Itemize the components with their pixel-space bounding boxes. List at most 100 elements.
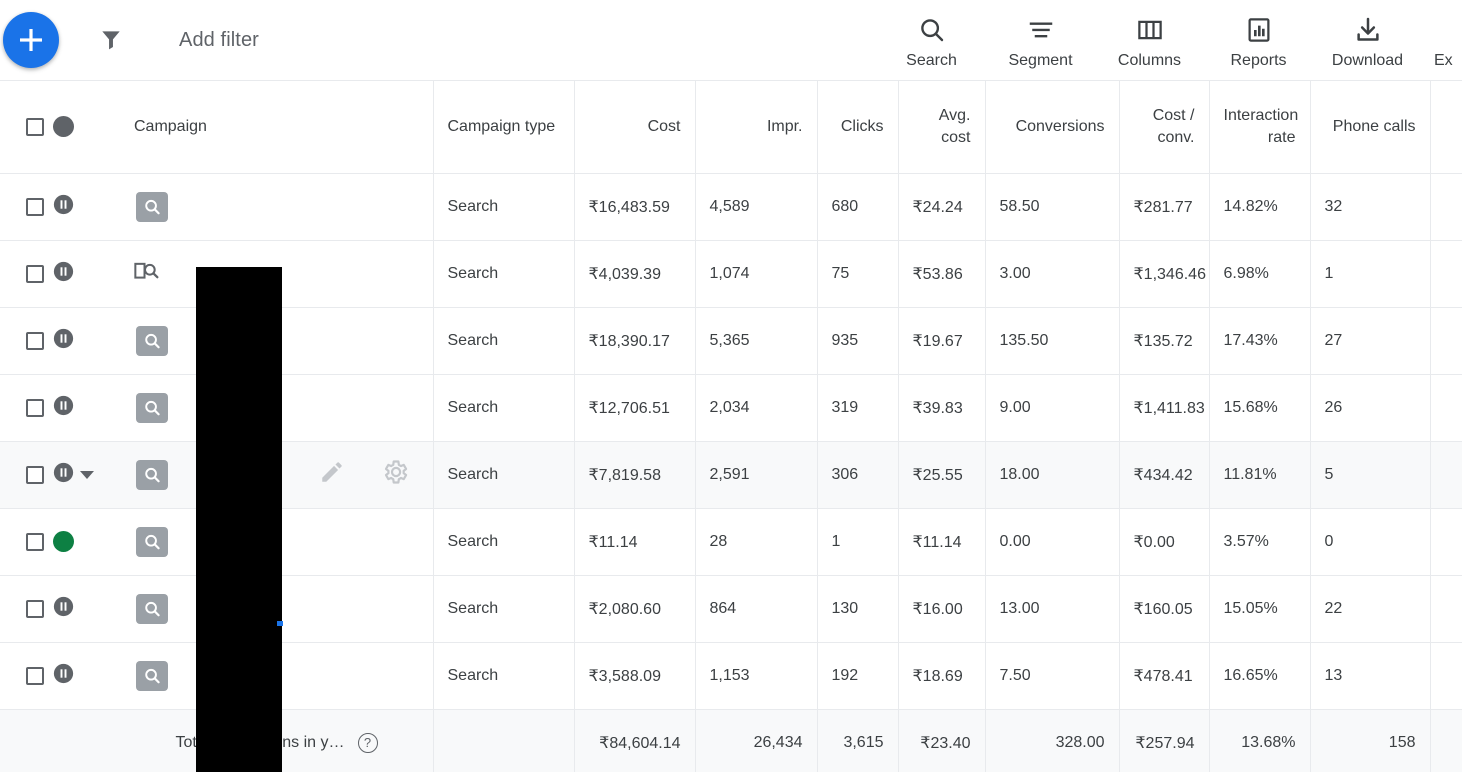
- row-campaign-type: Search: [433, 575, 575, 643]
- row-campaign-type-chip-slot: [114, 191, 188, 222]
- segment-lines-icon: [1026, 12, 1056, 48]
- header-clicks[interactable]: Clicks: [817, 81, 899, 174]
- row-conversions: 0.00: [985, 508, 1120, 576]
- row-cost-conv: ₹1,411.83: [1119, 374, 1210, 442]
- row-controls-cell: [0, 173, 434, 241]
- status-enabled-icon[interactable]: [53, 531, 74, 552]
- header-avg-cost[interactable]: Avg. cost: [898, 81, 986, 174]
- toolbar-columns-button[interactable]: Columns: [1095, 8, 1204, 70]
- totals-cost-conv: ₹257.94: [1119, 709, 1210, 772]
- row-interaction-rate: 15.05%: [1209, 575, 1311, 643]
- row-clicks: 935: [817, 307, 899, 375]
- header-conversions[interactable]: Conversions: [985, 81, 1120, 174]
- header-campaign-type[interactable]: Campaign type: [433, 81, 575, 174]
- row-select-checkbox[interactable]: [26, 197, 44, 216]
- row-impr: 1,074: [695, 240, 818, 308]
- row-conversions: 9.00: [985, 374, 1120, 442]
- row-campaign-type-chip-slot: [114, 459, 188, 490]
- toolbar-expand-label: Ex: [1434, 51, 1453, 69]
- toolbar-download-button[interactable]: Download: [1313, 8, 1422, 70]
- row-conversions: 13.00: [985, 575, 1120, 643]
- add-filter-button[interactable]: Add filter: [179, 29, 259, 52]
- edit-pencil-icon[interactable]: [319, 459, 345, 490]
- row-select-checkbox[interactable]: [26, 465, 44, 484]
- reports-bar-chart-icon: [1244, 12, 1274, 48]
- header-impr[interactable]: Impr.: [695, 81, 818, 174]
- search-campaign-icon[interactable]: [136, 526, 168, 557]
- row-phone-calls: 32: [1310, 173, 1431, 241]
- row-campaign-type-chip-slot: [114, 660, 188, 691]
- status-paused-icon[interactable]: [53, 194, 74, 220]
- row-cost-conv: ₹0.00: [1119, 508, 1210, 576]
- row-extra: [1430, 575, 1462, 643]
- table-row[interactable]: Search ₹16,483.59 4,589 680 ₹24.24 58.50 ₹281.…: [0, 173, 1462, 241]
- totals-campaign-type: [433, 709, 575, 772]
- row-conversions: 135.50: [985, 307, 1120, 375]
- status-paused-icon[interactable]: [53, 663, 74, 689]
- search-campaign-icon[interactable]: [136, 191, 168, 222]
- search-campaign-icon[interactable]: [136, 459, 168, 490]
- search-campaign-icon[interactable]: [136, 325, 168, 356]
- row-select-checkbox[interactable]: [26, 398, 44, 417]
- row-conversions: 18.00: [985, 441, 1120, 509]
- row-avg-cost: ₹39.83: [898, 374, 986, 442]
- row-clicks: 319: [817, 374, 899, 442]
- header-interaction-rate[interactable]: Interaction rate: [1209, 81, 1311, 174]
- header-cost-conv[interactable]: Cost / conv.: [1119, 81, 1210, 174]
- top-toolbar: Add filter Search Segment Columns Report…: [0, 0, 1462, 81]
- row-cost: ₹2,080.60: [574, 575, 696, 643]
- filter-funnel-icon[interactable]: [83, 12, 139, 68]
- row-campaign-type-chip-slot: [114, 526, 188, 557]
- row-status-slot: [44, 328, 114, 354]
- row-phone-calls: 1: [1310, 240, 1431, 308]
- campaigns-table-container: Campaign Campaign type Cost Impr. Clicks…: [0, 81, 1462, 772]
- toolbar-search-label: Search: [906, 51, 957, 69]
- row-extra: [1430, 508, 1462, 576]
- row-status-slot: [44, 531, 114, 552]
- toolbar-reports-button[interactable]: Reports: [1204, 8, 1313, 70]
- row-hover-actions: [319, 442, 409, 508]
- help-icon[interactable]: ?: [357, 732, 378, 753]
- toolbar-columns-label: Columns: [1117, 51, 1182, 69]
- status-paused-icon[interactable]: [53, 596, 74, 622]
- row-select-checkbox[interactable]: [26, 331, 44, 350]
- search-display-campaign-icon[interactable]: [134, 260, 162, 287]
- row-campaign-type: Search: [433, 508, 575, 576]
- status-dropdown-caret-icon[interactable]: [80, 470, 94, 479]
- row-avg-cost: ₹25.55: [898, 441, 986, 509]
- status-paused-icon[interactable]: [53, 328, 74, 354]
- row-clicks: 192: [817, 642, 899, 710]
- row-select-checkbox[interactable]: [26, 264, 44, 283]
- new-campaign-button[interactable]: [3, 12, 59, 68]
- gear-icon[interactable]: [381, 458, 409, 491]
- search-campaign-icon[interactable]: [136, 593, 168, 624]
- row-interaction-rate: 11.81%: [1209, 441, 1311, 509]
- row-avg-cost: ₹16.00: [898, 575, 986, 643]
- row-clicks: 306: [817, 441, 899, 509]
- toolbar-segment-button[interactable]: Segment: [986, 8, 1095, 70]
- row-campaign-type-chip-slot: [114, 392, 188, 423]
- header-cost[interactable]: Cost: [574, 81, 696, 174]
- row-select-checkbox[interactable]: [26, 532, 44, 551]
- status-paused-icon[interactable]: [53, 395, 74, 421]
- search-campaign-icon[interactable]: [136, 660, 168, 691]
- row-clicks: 1: [817, 508, 899, 576]
- row-extra: [1430, 240, 1462, 308]
- header-phone-calls[interactable]: Phone calls: [1310, 81, 1431, 174]
- row-impr: 2,034: [695, 374, 818, 442]
- row-campaign-type-chip-slot: [114, 325, 188, 356]
- row-select-checkbox[interactable]: [26, 599, 44, 618]
- row-avg-cost: ₹53.86: [898, 240, 986, 308]
- row-interaction-rate: 6.98%: [1209, 240, 1311, 308]
- row-campaign-type-chip-slot: [114, 260, 188, 287]
- status-paused-icon[interactable]: [53, 462, 74, 488]
- totals-phone-calls: 158: [1310, 709, 1431, 772]
- status-paused-icon[interactable]: [53, 261, 74, 287]
- header-extra: [1430, 81, 1462, 174]
- row-status-slot: [44, 395, 114, 421]
- toolbar-expand-button[interactable]: Ex: [1422, 8, 1462, 70]
- search-campaign-icon[interactable]: [136, 392, 168, 423]
- select-all-checkbox[interactable]: [26, 117, 44, 136]
- toolbar-search-button[interactable]: Search: [877, 8, 986, 70]
- row-select-checkbox[interactable]: [26, 666, 44, 685]
